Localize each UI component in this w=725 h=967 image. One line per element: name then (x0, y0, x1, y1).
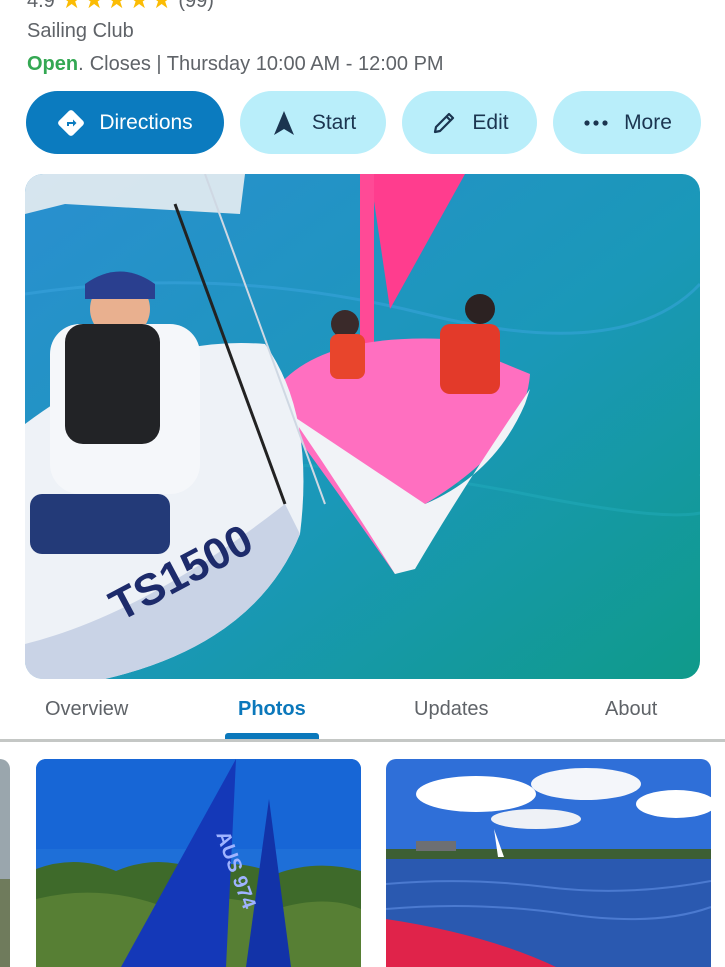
more-button[interactable]: More (553, 91, 701, 154)
photo-thumbnail[interactable] (386, 759, 711, 967)
photo-thumbnail[interactable] (0, 759, 10, 967)
hours-text: Closes | Thursday 10:00 AM - 12:00 PM (89, 53, 444, 75)
navigation-arrow-icon (270, 109, 298, 137)
status-separator: . (78, 53, 84, 75)
directions-label: Directions (99, 110, 193, 134)
star-icon: ★ (83, 0, 105, 14)
rating-stars: ★ ★ ★ ★ ★ (60, 0, 173, 14)
tab-photos[interactable]: Photos (238, 698, 306, 721)
rating-row[interactable]: 4.9 ★ ★ ★ ★ ★ (99) (27, 0, 214, 14)
edit-button[interactable]: Edit (402, 91, 537, 154)
directions-button[interactable]: Directions (26, 91, 224, 154)
star-icon: ★ (128, 0, 150, 14)
place-tabs: Overview Photos Updates About (0, 690, 725, 742)
tab-overview[interactable]: Overview (45, 698, 128, 721)
rating-value: 4.9 (27, 0, 55, 12)
hero-photo[interactable]: TS1500 (25, 174, 700, 679)
edit-label: Edit (472, 110, 509, 134)
star-icon: ★ (60, 0, 83, 14)
more-dots-icon (582, 109, 610, 137)
start-label: Start (311, 110, 357, 134)
action-buttons: Directions Start Edit More (26, 91, 701, 154)
directions-icon (57, 109, 85, 137)
star-icon: ★ (150, 0, 173, 14)
active-tab-indicator (225, 733, 319, 739)
tab-about[interactable]: About (605, 698, 657, 721)
tab-updates[interactable]: Updates (414, 698, 489, 721)
photo-thumbnail[interactable]: AUS 974 (36, 759, 361, 967)
star-icon: ★ (105, 0, 128, 14)
open-status: Open (27, 53, 79, 75)
start-button[interactable]: Start (240, 91, 386, 154)
review-count: (99) (178, 0, 214, 12)
more-label: More (624, 110, 672, 134)
pencil-icon (430, 109, 458, 137)
hours-row[interactable]: Open. Closes | Thursday 10:00 AM - 12:00… (27, 53, 444, 76)
place-category: Sailing Club (27, 20, 134, 42)
